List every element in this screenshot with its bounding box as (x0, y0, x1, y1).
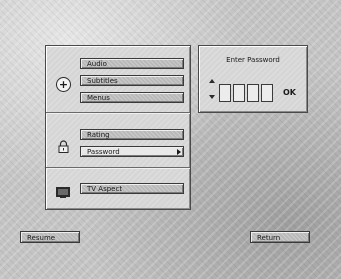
digit-scroll-arrows[interactable] (209, 79, 215, 99)
menu-item-password[interactable]: Password (80, 146, 184, 157)
resume-button[interactable]: Resume (20, 231, 80, 243)
menu-item-rating[interactable]: Rating (80, 129, 184, 140)
settings-panel: + Audio Subtitles Menus Rating Password … (45, 45, 191, 210)
password-digit-4[interactable] (261, 84, 273, 102)
menu-item-password-label: Password (87, 148, 120, 156)
group-divider (46, 112, 190, 114)
menu-item-subtitles[interactable]: Subtitles (80, 75, 184, 86)
password-digit-1[interactable] (219, 84, 231, 102)
password-digit-3[interactable] (247, 84, 259, 102)
menu-item-audio[interactable]: Audio (80, 58, 184, 69)
chevron-right-icon (177, 149, 181, 155)
password-digit-2[interactable] (233, 84, 245, 102)
password-dialog-title: Enter Password (226, 56, 280, 64)
menu-item-menus[interactable]: Menus (80, 92, 184, 103)
down-arrow-icon[interactable] (209, 95, 215, 99)
lock-icon (58, 138, 69, 153)
plus-circle-icon: + (56, 77, 71, 92)
monitor-icon (56, 183, 70, 198)
menu-item-tv-aspect[interactable]: TV Aspect (80, 183, 184, 194)
password-dialog: Enter Password OK (198, 45, 308, 113)
up-arrow-icon[interactable] (209, 79, 215, 83)
return-button[interactable]: Return (250, 231, 310, 243)
group-divider (46, 167, 190, 169)
ok-button[interactable]: OK (283, 88, 296, 97)
